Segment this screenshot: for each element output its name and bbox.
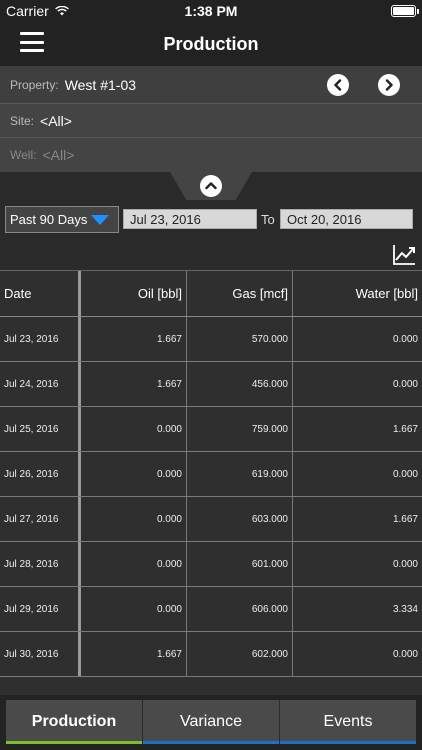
table-row[interactable]: Jul 28, 2016 0.000 601.000 0.000: [0, 542, 422, 587]
site-value[interactable]: <All>: [40, 113, 72, 129]
cell-date: Jul 23, 2016: [0, 317, 81, 361]
tab-variance-label: Variance: [180, 713, 242, 730]
cell-water: 0.000: [392, 648, 418, 660]
cell-oil: 0.000: [81, 497, 187, 541]
tab-variance[interactable]: Variance: [143, 700, 280, 744]
cell-date: Jul 24, 2016: [0, 362, 81, 406]
cell-oil: 0.000: [81, 587, 187, 631]
cell-gas: 456.000: [187, 362, 293, 406]
cell-water: 0.000: [392, 468, 418, 480]
header-gas[interactable]: Gas [mcf]: [187, 271, 293, 316]
table-row[interactable]: Jul 27, 2016 0.000 603.000 1.667: [0, 497, 422, 542]
header-date[interactable]: Date: [0, 271, 81, 316]
tab-events[interactable]: Events: [280, 700, 416, 744]
cell-water: 0.000: [392, 333, 418, 345]
table-row[interactable]: Jul 26, 2016 0.000 619.000 0.000: [0, 452, 422, 497]
table-row[interactable]: Jul 30, 2016 1.667 602.000 0.000: [0, 632, 422, 677]
cell-date: Jul 28, 2016: [0, 542, 81, 586]
tab-events-label: Events: [323, 713, 373, 730]
tab-production-label: Production: [31, 713, 117, 730]
cell-oil: 0.000: [81, 452, 187, 496]
next-property-button[interactable]: [378, 74, 400, 96]
dropdown-triangle-icon: [91, 215, 109, 225]
nav-bar: Production: [0, 22, 422, 66]
property-row[interactable]: Property: West #1-03: [0, 66, 422, 104]
tab-bar: Production Variance Events: [0, 695, 422, 750]
cell-date: Jul 26, 2016: [0, 452, 81, 496]
page-title: Production: [163, 33, 259, 54]
menu-button[interactable]: [20, 32, 44, 52]
table-body: Jul 23, 2016 1.667 570.000 0.000 Jul 24, 201…: [0, 317, 422, 677]
cell-date: Jul 29, 2016: [0, 587, 81, 631]
well-value: <All>: [42, 147, 75, 163]
header-water[interactable]: Water [bbl]: [293, 271, 422, 316]
well-row: Well: <All>: [0, 138, 422, 172]
cell-gas: 601.000: [187, 542, 293, 586]
cell-oil: 0.000: [81, 542, 187, 586]
site-label: Site:: [10, 113, 35, 128]
end-date-field[interactable]: Oct 20, 2016: [280, 209, 413, 229]
range-preset-value: Past 90 Days: [10, 212, 88, 227]
cell-date: Jul 25, 2016: [0, 407, 81, 451]
cell-oil: 1.667: [81, 632, 187, 676]
well-label: Well:: [10, 148, 37, 162]
cell-gas: 759.000: [187, 407, 293, 451]
table-header: Date Oil [bbl] Gas [mcf] Water [bbl]: [0, 271, 422, 317]
cell-date: Jul 27, 2016: [0, 497, 81, 541]
cell-water: 0.000: [392, 558, 418, 570]
previous-property-button[interactable]: [327, 74, 349, 96]
cell-oil: 0.000: [81, 407, 187, 451]
collapse-filters-button[interactable]: [200, 175, 222, 197]
table-row[interactable]: Jul 23, 2016 1.667 570.000 0.000: [0, 317, 422, 362]
start-date-field[interactable]: Jul 23, 2016: [123, 209, 257, 229]
site-row[interactable]: Site: <All>: [0, 104, 422, 138]
property-label: Property:: [10, 77, 59, 92]
cell-gas: 602.000: [187, 632, 293, 676]
cell-water: 3.334: [392, 603, 418, 615]
cell-date: Jul 30, 2016: [0, 632, 81, 676]
range-preset-select[interactable]: Past 90 Days: [5, 206, 119, 233]
cell-oil: 1.667: [81, 362, 187, 406]
header-oil[interactable]: Oil [bbl]: [81, 271, 187, 316]
cell-gas: 603.000: [187, 497, 293, 541]
status-bar: Carrier 1:38 PM: [0, 0, 422, 22]
property-value[interactable]: West #1-03: [65, 77, 136, 93]
cell-gas: 606.000: [187, 587, 293, 631]
table-row[interactable]: Jul 24, 2016 1.667 456.000 0.000: [0, 362, 422, 407]
chevron-up-icon: [205, 182, 217, 190]
status-time: 1:38 PM: [184, 3, 238, 19]
chevron-left-icon: [334, 79, 342, 91]
collapse-filters-tab[interactable]: [170, 172, 252, 200]
cell-water: 0.000: [392, 378, 418, 390]
table-row[interactable]: Jul 29, 2016 0.000 606.000 3.334: [0, 587, 422, 632]
to-label: To: [261, 212, 275, 227]
battery-icon: [391, 5, 419, 17]
cell-water: 1.667: [392, 513, 418, 525]
chart-icon[interactable]: [392, 244, 416, 266]
production-table[interactable]: Date Oil [bbl] Gas [mcf] Water [bbl] Jul…: [0, 270, 422, 695]
cell-gas: 619.000: [187, 452, 293, 496]
cell-water: 1.667: [392, 423, 418, 435]
chevron-right-icon: [385, 79, 393, 91]
tab-production[interactable]: Production: [6, 700, 143, 744]
cell-gas: 570.000: [187, 317, 293, 361]
table-row[interactable]: Jul 25, 2016 0.000 759.000 1.667: [0, 407, 422, 452]
menu-icon: [20, 32, 44, 35]
cell-oil: 1.667: [81, 317, 187, 361]
